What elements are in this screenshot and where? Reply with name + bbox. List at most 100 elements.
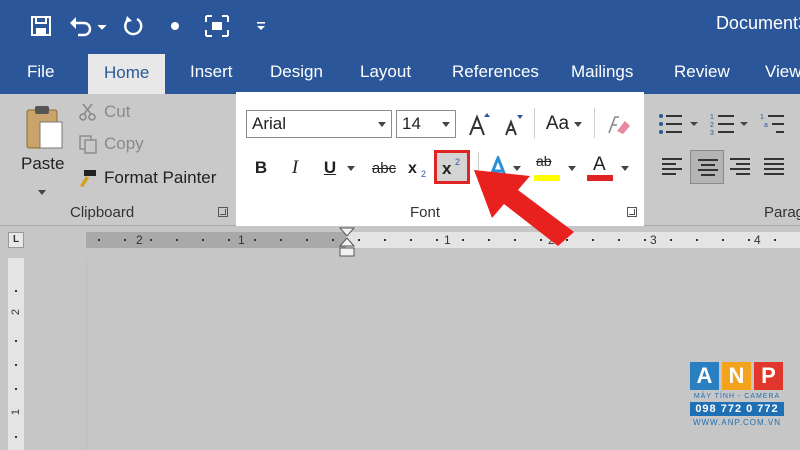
tab-file[interactable]: File [27,52,54,94]
svg-text:1: 1 [760,114,764,121]
vertical-ruler[interactable] [8,258,24,450]
font-color-icon: A [587,153,613,183]
strikethrough-button[interactable]: abc [368,154,400,182]
text-effects-dropdown-icon[interactable] [513,165,521,171]
separator [534,108,535,138]
bullets-button[interactable] [658,112,698,141]
highlight-label: ab [536,153,552,169]
ruler-tick [228,239,230,241]
ruler-tick [280,239,282,241]
clear-formatting-button[interactable] [602,110,634,138]
tab-selector-icon[interactable]: L [8,232,24,248]
superscript-icon: x2 [442,157,460,178]
underline-button[interactable]: U [316,154,344,182]
copy-icon [79,135,97,154]
tab-review[interactable]: Review [674,52,730,94]
indent-markers-icon[interactable] [338,226,356,258]
shrink-font-button[interactable] [498,110,528,138]
tab-references[interactable]: References [452,52,539,94]
ruler-tick [436,239,438,241]
tab-mailings[interactable]: Mailings [571,52,633,94]
ruler-tick [670,239,672,241]
paste-icon [26,106,63,149]
ruler-tick [124,239,126,241]
shrink-font-icon [505,115,523,136]
change-case-dropdown-icon[interactable] [574,121,583,127]
separator [594,108,595,138]
justify-button[interactable] [762,156,786,183]
customize-qat-icon[interactable] [250,8,272,44]
font-size-dropdown-icon[interactable] [442,122,450,127]
svg-text:x: x [442,159,452,178]
bold-button[interactable]: B [248,154,274,182]
subscript-button[interactable]: x2 [404,154,432,182]
ruler-number: 1 [444,233,451,247]
svg-text:1: 1 [710,114,714,121]
watermark-letter: N [722,362,751,390]
font-size-combo[interactable]: 14 [396,110,456,138]
superscript-button[interactable]: x2 [434,150,470,184]
ruler-tick [696,239,698,241]
ruler-tick [618,239,620,241]
change-case-label: Aa [545,113,570,134]
copy-button[interactable]: Copy [78,134,144,154]
eraser-icon [608,116,630,134]
vertical-ruler-number: 2 [10,308,22,316]
subscript-icon: x2 [408,160,426,179]
align-left-button[interactable] [660,156,684,183]
ruler-number: 2 [548,233,555,247]
tab-design[interactable]: Design [270,52,323,94]
grow-font-button[interactable] [464,110,494,138]
numbering-button[interactable]: 123 [710,112,750,141]
font-name-value: Arial [252,114,287,133]
ruler-tick [566,239,568,241]
font-color-dropdown-icon[interactable] [621,165,629,171]
vertical-ruler-number: 1 [10,408,22,416]
watermark-url: WWW.ANP.COM.VN [692,418,782,427]
align-right-button[interactable] [728,156,752,183]
tab-insert[interactable]: Insert [190,52,233,94]
text-effects-icon [488,156,508,179]
underline-dropdown-icon[interactable] [344,154,358,182]
font-color-button[interactable]: A [586,152,630,184]
ruler-tick [15,290,17,292]
font-dialog-launcher-icon[interactable] [627,207,637,217]
print-preview-icon[interactable] [200,8,234,44]
ruler-tick [384,239,386,241]
justify-icon [764,158,784,175]
paste-button[interactable]: Paste [18,102,68,196]
save-icon[interactable] [26,8,56,44]
paragraph-group-label: Parag [764,204,800,221]
tab-view[interactable]: View [765,52,800,94]
clipboard-dialog-launcher-icon[interactable] [218,207,228,217]
highlight-dropdown-icon[interactable] [568,165,576,171]
cut-label: Cut [104,102,131,121]
highlight-color-swatch [534,175,560,181]
ruler-number: 4 [754,233,761,247]
redo-icon[interactable] [118,8,148,44]
document-title: Document3 [715,13,800,33]
font-name-combo[interactable]: Arial [246,110,392,138]
ruler-tick [748,239,750,241]
ribbon-tabs: File Home Insert Design Layout Reference… [0,52,800,94]
clipboard-group-label: Clipboard [70,204,135,221]
paste-dropdown-icon[interactable] [38,182,46,200]
cut-button[interactable]: Cut [78,102,130,122]
tab-layout[interactable]: Layout [360,52,411,94]
change-case-button[interactable]: Aa [540,110,588,138]
multilevel-list-button[interactable]: 1a [760,112,800,141]
highlight-button[interactable]: ab [532,152,578,184]
watermark-letter: P [754,362,783,390]
font-name-dropdown-icon[interactable] [378,122,386,127]
align-center-button[interactable] [690,150,724,184]
italic-button[interactable]: I [282,154,308,182]
separator [478,152,479,182]
format-painter-button[interactable]: Format Painter [76,168,216,188]
touch-mode-icon[interactable] [164,8,186,44]
format-painter-label: Format Painter [104,168,217,187]
tab-home[interactable]: Home [88,54,166,94]
svg-text:3: 3 [710,130,714,136]
font-group-label: Font [410,204,441,221]
undo-icon[interactable] [66,8,110,44]
text-effects-button[interactable] [484,154,524,182]
